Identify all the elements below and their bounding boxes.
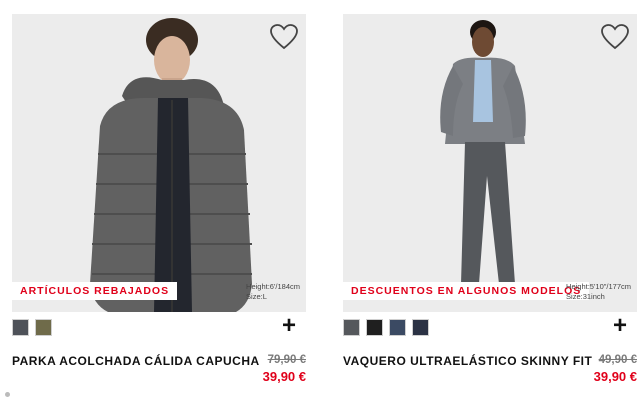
product-name[interactable]: VAQUERO ULTRAELÁSTICO SKINNY FIT (343, 354, 592, 368)
original-price: 79,90 € (267, 354, 306, 366)
product-card-parka[interactable]: ARTÍCULOS REBAJADOS Height:6'/184cm Size… (12, 14, 306, 384)
original-price: 49,90 € (598, 354, 637, 366)
model-photo (440, 20, 526, 290)
color-swatch[interactable] (366, 319, 383, 336)
model-size: Size:31inch (566, 292, 605, 301)
add-plus-icon[interactable]: + (282, 314, 296, 338)
color-swatch[interactable] (343, 319, 360, 336)
sale-badge: ARTÍCULOS REBAJADOS (12, 282, 178, 300)
product-card-jeans[interactable]: DESCUENTOS EN ALGUNOS MODELOS Height:5'1… (343, 14, 637, 384)
model-height: Height:6'/184cm (246, 282, 300, 291)
color-swatches (343, 319, 429, 339)
color-swatch[interactable] (412, 319, 429, 336)
model-size-note: Height:5'10"/177cm Size:31inch (566, 282, 631, 302)
model-size: Size:L (246, 292, 267, 301)
favorite-heart-icon[interactable] (601, 24, 629, 50)
color-swatch[interactable] (35, 319, 52, 336)
sale-price: 39,90 € (593, 369, 637, 384)
sale-price: 39,90 € (262, 369, 306, 384)
favorite-heart-icon[interactable] (270, 24, 298, 50)
color-swatches (12, 319, 52, 339)
product-name[interactable]: PARKA ACOLCHADA CÁLIDA CAPUCHA (12, 354, 260, 368)
color-swatch[interactable] (12, 319, 29, 336)
add-plus-icon[interactable]: + (613, 314, 627, 338)
sale-badge: DESCUENTOS EN ALGUNOS MODELOS (343, 282, 590, 300)
product-image[interactable]: DESCUENTOS EN ALGUNOS MODELOS Height:5'1… (343, 14, 637, 312)
product-image[interactable]: ARTÍCULOS REBAJADOS Height:6'/184cm Size… (12, 14, 306, 312)
model-height: Height:5'10"/177cm (566, 282, 631, 291)
model-size-note: Height:6'/184cm Size:L (246, 282, 300, 302)
color-swatch[interactable] (389, 319, 406, 336)
model-photo (90, 18, 252, 312)
scroll-indicator-dot (5, 392, 10, 397)
